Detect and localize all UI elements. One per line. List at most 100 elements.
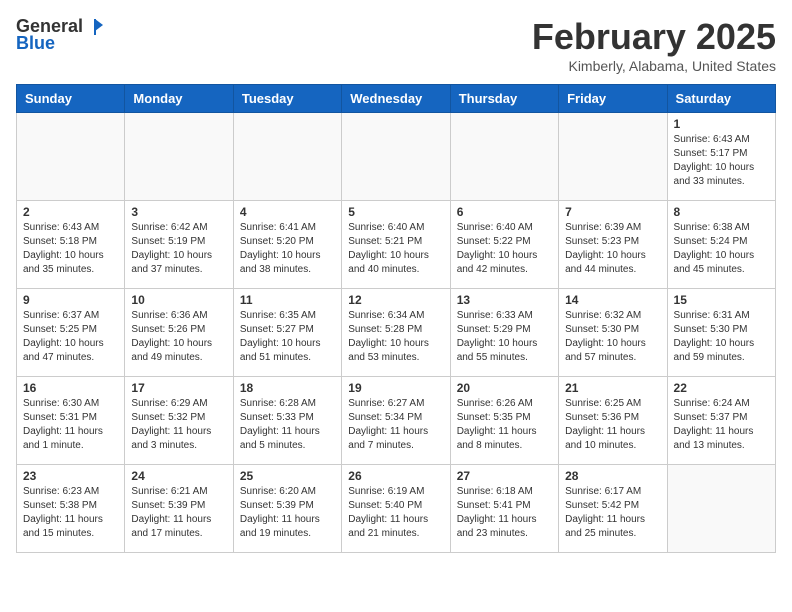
day-info: Sunrise: 6:32 AM Sunset: 5:30 PM Dayligh… <box>565 309 660 365</box>
logo-flag-icon <box>85 17 105 37</box>
day-info: Sunrise: 6:24 AM Sunset: 5:37 PM Dayligh… <box>674 397 769 453</box>
day-number: 12 <box>348 293 443 307</box>
weekday-header-tuesday: Tuesday <box>233 85 341 113</box>
calendar-cell: 16 Sunrise: 6:30 AM Sunset: 5:31 PM Dayli… <box>17 377 125 465</box>
calendar-cell: 7 Sunrise: 6:39 AM Sunset: 5:23 PM Daylig… <box>559 201 667 289</box>
day-info: Sunrise: 6:25 AM Sunset: 5:36 PM Dayligh… <box>565 397 660 453</box>
calendar-cell: 25 Sunrise: 6:20 AM Sunset: 5:39 PM Dayli… <box>233 465 341 553</box>
calendar-subtitle: Kimberly, Alabama, United States <box>532 58 776 74</box>
calendar-cell: 13 Sunrise: 6:33 AM Sunset: 5:29 PM Dayli… <box>450 289 558 377</box>
day-info: Sunrise: 6:20 AM Sunset: 5:39 PM Dayligh… <box>240 485 335 541</box>
weekday-header-monday: Monday <box>125 85 233 113</box>
day-info: Sunrise: 6:34 AM Sunset: 5:28 PM Dayligh… <box>348 309 443 365</box>
calendar-cell <box>667 465 775 553</box>
day-info: Sunrise: 6:27 AM Sunset: 5:34 PM Dayligh… <box>348 397 443 453</box>
day-number: 2 <box>23 205 118 219</box>
weekday-header-friday: Friday <box>559 85 667 113</box>
calendar-cell: 21 Sunrise: 6:25 AM Sunset: 5:36 PM Dayli… <box>559 377 667 465</box>
day-info: Sunrise: 6:42 AM Sunset: 5:19 PM Dayligh… <box>131 221 226 277</box>
week-row-5: 23 Sunrise: 6:23 AM Sunset: 5:38 PM Dayli… <box>17 465 776 553</box>
day-info: Sunrise: 6:23 AM Sunset: 5:38 PM Dayligh… <box>23 485 118 541</box>
day-number: 14 <box>565 293 660 307</box>
calendar-cell: 27 Sunrise: 6:18 AM Sunset: 5:41 PM Dayli… <box>450 465 558 553</box>
day-number: 11 <box>240 293 335 307</box>
week-row-4: 16 Sunrise: 6:30 AM Sunset: 5:31 PM Dayli… <box>17 377 776 465</box>
day-number: 13 <box>457 293 552 307</box>
calendar-cell: 5 Sunrise: 6:40 AM Sunset: 5:21 PM Daylig… <box>342 201 450 289</box>
calendar-cell: 3 Sunrise: 6:42 AM Sunset: 5:19 PM Daylig… <box>125 201 233 289</box>
day-info: Sunrise: 6:40 AM Sunset: 5:21 PM Dayligh… <box>348 221 443 277</box>
day-number: 20 <box>457 381 552 395</box>
day-number: 24 <box>131 469 226 483</box>
calendar-cell: 12 Sunrise: 6:34 AM Sunset: 5:28 PM Dayli… <box>342 289 450 377</box>
calendar-cell: 20 Sunrise: 6:26 AM Sunset: 5:35 PM Dayli… <box>450 377 558 465</box>
calendar-cell <box>233 113 341 201</box>
calendar-cell: 28Sunrise: 6:17 AM Sunset: 5:42 PM Dayli… <box>559 465 667 553</box>
calendar-cell: 11 Sunrise: 6:35 AM Sunset: 5:27 PM Dayli… <box>233 289 341 377</box>
day-info: Sunrise: 6:38 AM Sunset: 5:24 PM Dayligh… <box>674 221 769 277</box>
day-number: 1 <box>674 117 769 131</box>
day-number: 3 <box>131 205 226 219</box>
day-number: 27 <box>457 469 552 483</box>
day-info: Sunrise: 6:29 AM Sunset: 5:32 PM Dayligh… <box>131 397 226 453</box>
calendar-cell: 2 Sunrise: 6:43 AM Sunset: 5:18 PM Daylig… <box>17 201 125 289</box>
day-number: 28 <box>565 469 660 483</box>
calendar-cell: 10 Sunrise: 6:36 AM Sunset: 5:26 PM Dayli… <box>125 289 233 377</box>
day-number: 23 <box>23 469 118 483</box>
title-block: February 2025 Kimberly, Alabama, United … <box>532 16 776 74</box>
calendar-cell <box>17 113 125 201</box>
calendar-cell: 14 Sunrise: 6:32 AM Sunset: 5:30 PM Dayli… <box>559 289 667 377</box>
day-info: Sunrise: 6:39 AM Sunset: 5:23 PM Dayligh… <box>565 221 660 277</box>
day-info: Sunrise: 6:43 AM Sunset: 5:18 PM Dayligh… <box>23 221 118 277</box>
day-number: 25 <box>240 469 335 483</box>
day-info: Sunrise: 6:40 AM Sunset: 5:22 PM Dayligh… <box>457 221 552 277</box>
calendar-cell: 4Sunrise: 6:41 AM Sunset: 5:20 PM Daylig… <box>233 201 341 289</box>
calendar-cell <box>450 113 558 201</box>
calendar-cell: 26Sunrise: 6:19 AM Sunset: 5:40 PM Dayli… <box>342 465 450 553</box>
day-number: 4 <box>240 205 335 219</box>
day-info: Sunrise: 6:21 AM Sunset: 5:39 PM Dayligh… <box>131 485 226 541</box>
day-info: Sunrise: 6:18 AM Sunset: 5:41 PM Dayligh… <box>457 485 552 541</box>
day-number: 21 <box>565 381 660 395</box>
day-number: 22 <box>674 381 769 395</box>
calendar-cell: 19 Sunrise: 6:27 AM Sunset: 5:34 PM Dayli… <box>342 377 450 465</box>
day-number: 8 <box>674 205 769 219</box>
day-info: Sunrise: 6:26 AM Sunset: 5:35 PM Dayligh… <box>457 397 552 453</box>
calendar-cell <box>125 113 233 201</box>
day-number: 6 <box>457 205 552 219</box>
weekday-header-row: SundayMondayTuesdayWednesdayThursdayFrid… <box>17 85 776 113</box>
day-number: 10 <box>131 293 226 307</box>
day-number: 18 <box>240 381 335 395</box>
calendar-cell: 18Sunrise: 6:28 AM Sunset: 5:33 PM Dayli… <box>233 377 341 465</box>
calendar-cell: 1 Sunrise: 6:43 AM Sunset: 5:17 PM Daylig… <box>667 113 775 201</box>
day-info: Sunrise: 6:36 AM Sunset: 5:26 PM Dayligh… <box>131 309 226 365</box>
calendar-table: SundayMondayTuesdayWednesdayThursdayFrid… <box>16 84 776 553</box>
calendar-cell: 15 Sunrise: 6:31 AM Sunset: 5:30 PM Dayli… <box>667 289 775 377</box>
day-number: 17 <box>131 381 226 395</box>
day-info: Sunrise: 6:33 AM Sunset: 5:29 PM Dayligh… <box>457 309 552 365</box>
calendar-cell <box>559 113 667 201</box>
calendar-cell: 22 Sunrise: 6:24 AM Sunset: 5:37 PM Dayli… <box>667 377 775 465</box>
week-row-3: 9 Sunrise: 6:37 AM Sunset: 5:25 PM Daylig… <box>17 289 776 377</box>
day-info: Sunrise: 6:19 AM Sunset: 5:40 PM Dayligh… <box>348 485 443 541</box>
day-number: 7 <box>565 205 660 219</box>
calendar-title: February 2025 <box>532 16 776 58</box>
calendar-cell: 23 Sunrise: 6:23 AM Sunset: 5:38 PM Dayli… <box>17 465 125 553</box>
day-info: Sunrise: 6:35 AM Sunset: 5:27 PM Dayligh… <box>240 309 335 365</box>
calendar-cell: 6 Sunrise: 6:40 AM Sunset: 5:22 PM Daylig… <box>450 201 558 289</box>
day-info: Sunrise: 6:37 AM Sunset: 5:25 PM Dayligh… <box>23 309 118 365</box>
week-row-2: 2 Sunrise: 6:43 AM Sunset: 5:18 PM Daylig… <box>17 201 776 289</box>
week-row-1: 1 Sunrise: 6:43 AM Sunset: 5:17 PM Daylig… <box>17 113 776 201</box>
day-number: 19 <box>348 381 443 395</box>
weekday-header-wednesday: Wednesday <box>342 85 450 113</box>
day-number: 16 <box>23 381 118 395</box>
day-info: Sunrise: 6:31 AM Sunset: 5:30 PM Dayligh… <box>674 309 769 365</box>
day-info: Sunrise: 6:43 AM Sunset: 5:17 PM Dayligh… <box>674 133 769 189</box>
day-number: 9 <box>23 293 118 307</box>
logo: General Blue <box>16 16 105 54</box>
day-number: 5 <box>348 205 443 219</box>
day-info: Sunrise: 6:30 AM Sunset: 5:31 PM Dayligh… <box>23 397 118 453</box>
day-number: 15 <box>674 293 769 307</box>
calendar-cell <box>342 113 450 201</box>
calendar-cell: 17 Sunrise: 6:29 AM Sunset: 5:32 PM Dayli… <box>125 377 233 465</box>
